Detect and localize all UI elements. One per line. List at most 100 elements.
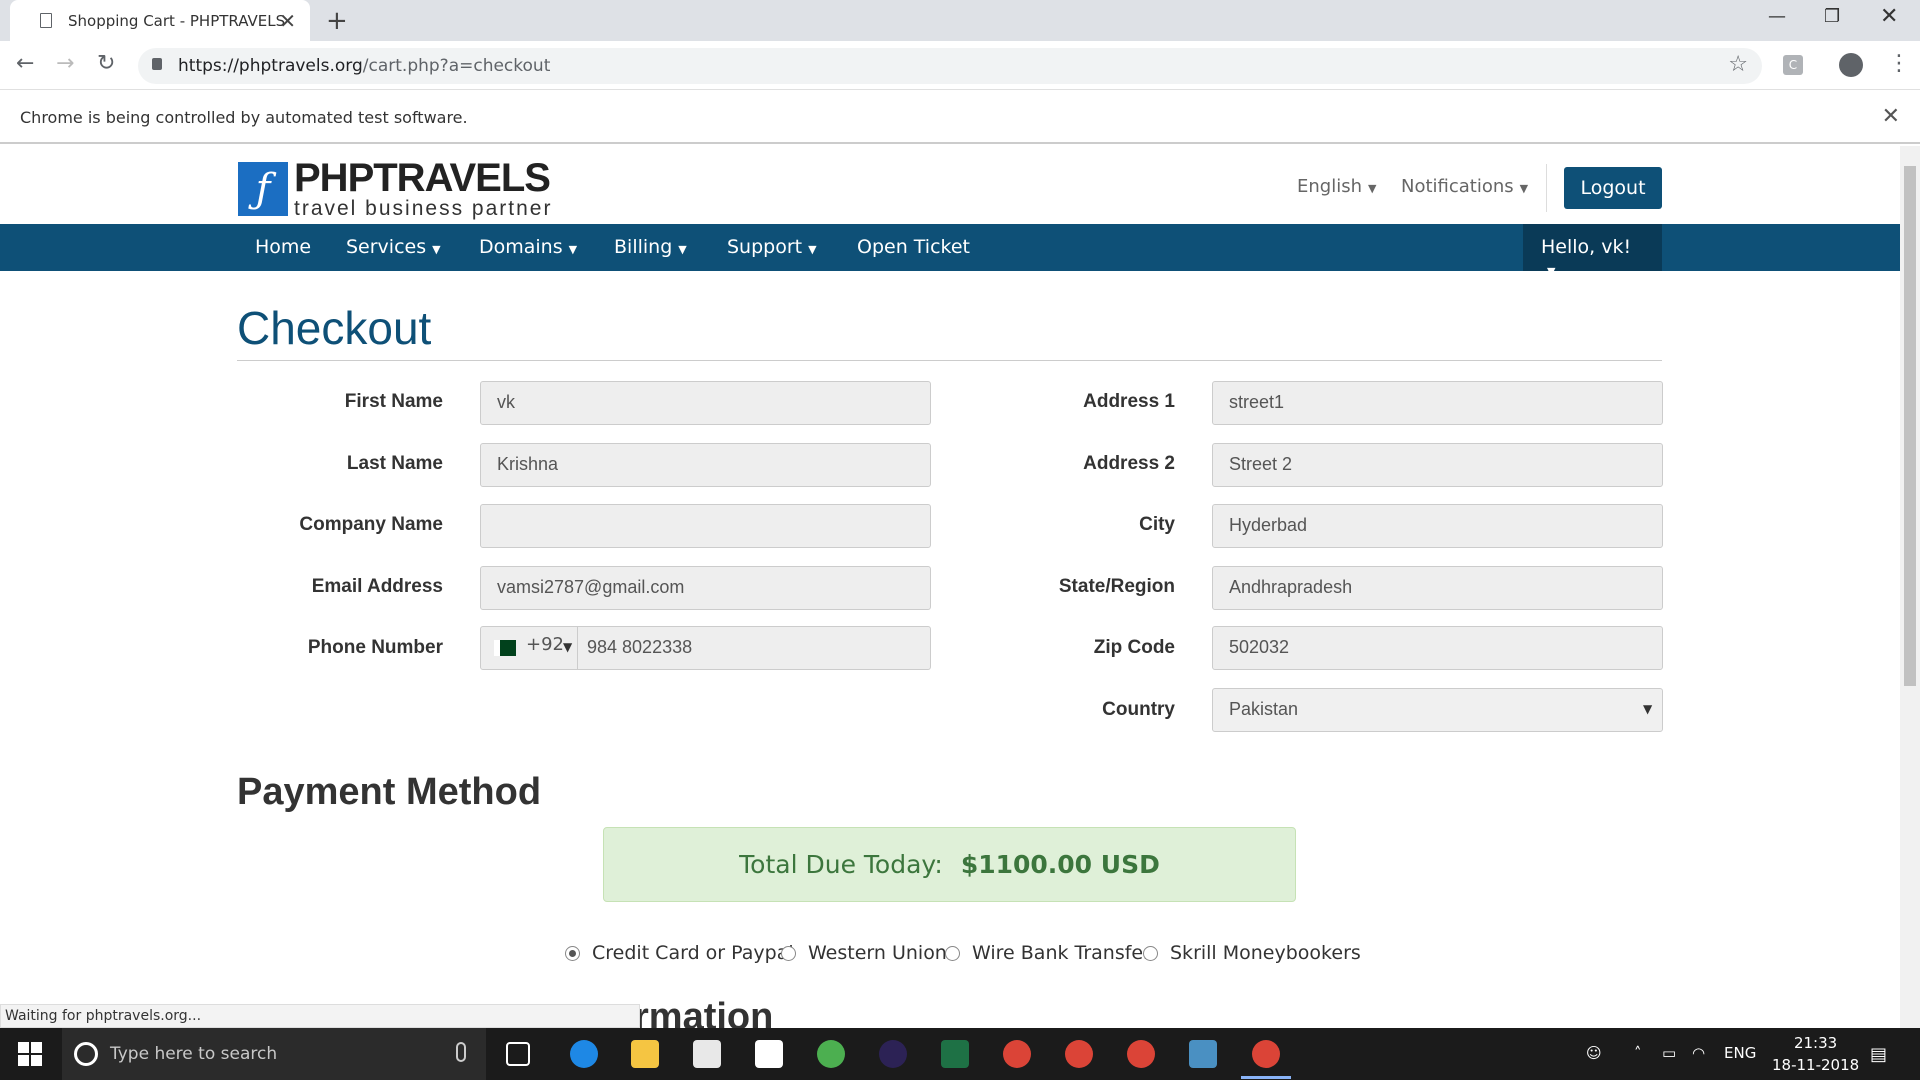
extension-icon[interactable]: C	[1783, 55, 1803, 75]
windows-start-icon[interactable]	[18, 1042, 42, 1066]
language-label: English	[1297, 176, 1362, 197]
page-scrollbar[interactable]	[1900, 146, 1920, 1028]
radio-icon	[781, 945, 796, 961]
country-select[interactable]: Pakistan	[1212, 688, 1663, 732]
automation-infobar: Chrome is being controlled by automated …	[0, 90, 1920, 144]
address2-input[interactable]: Street 2	[1212, 443, 1663, 487]
restore-icon[interactable]: ❐	[1824, 6, 1840, 27]
state-input[interactable]: Andhrapradesh	[1212, 566, 1663, 610]
chrome-icon[interactable]	[1065, 1040, 1093, 1068]
tab-close-icon[interactable]: ✕	[279, 9, 296, 33]
pakistan-flag-icon	[494, 640, 516, 656]
browser-toolbar: ← → ↻ https://phptravels.org/cart.php?a=…	[0, 41, 1920, 90]
chrome-icon[interactable]	[817, 1040, 845, 1068]
zip-input[interactable]: 502032	[1212, 626, 1663, 670]
address1-input[interactable]: street1	[1212, 381, 1663, 425]
page-title: Checkout	[237, 302, 432, 354]
minimize-icon[interactable]: —	[1768, 6, 1786, 27]
browser-tab[interactable]: Shopping Cart - PHPTRAVELS ✕	[10, 0, 310, 41]
file-explorer-icon[interactable]	[631, 1040, 659, 1068]
total-due-label: Total Due Today:	[739, 850, 943, 879]
infobar-close-icon[interactable]: ✕	[1882, 104, 1900, 129]
browser-tab-strip: Shopping Cart - PHPTRAVELS ✕ + — ❐ ✕	[0, 0, 1920, 41]
new-tab-button[interactable]: +	[326, 6, 348, 36]
people-icon[interactable]: ☺	[1586, 1044, 1602, 1062]
nav-open-ticket[interactable]: Open Ticket	[857, 236, 970, 258]
caret-down-icon: ▼	[432, 243, 441, 256]
nav-domains[interactable]: Domains ▼	[479, 236, 577, 258]
infobar-text: Chrome is being controlled by automated …	[20, 108, 468, 127]
tab-title: Shopping Cart - PHPTRAVELS	[68, 11, 286, 30]
caret-down-icon: ▼	[568, 243, 578, 256]
cortana-icon	[74, 1042, 98, 1066]
store-icon[interactable]	[693, 1040, 721, 1068]
payment-option-western-union[interactable]: Western Union	[781, 942, 947, 964]
page-viewport: ƒ PHPTRAVELS travel business partner Eng…	[0, 146, 1900, 1028]
nav-services[interactable]: Services ▼	[346, 236, 441, 258]
status-bubble: Waiting for phptravels.org...	[0, 1004, 640, 1028]
back-icon[interactable]: ←	[16, 51, 34, 76]
caret-down-icon: ▼	[678, 243, 687, 256]
task-view-icon[interactable]	[506, 1042, 530, 1066]
forward-icon[interactable]: →	[56, 51, 74, 76]
nav-support[interactable]: Support ▼	[727, 236, 817, 258]
caret-down-icon: ▼	[1643, 702, 1653, 716]
notifications-dropdown[interactable]: Notifications ▼	[1401, 176, 1528, 197]
logout-button[interactable]: Logout	[1564, 167, 1662, 209]
chrome-menu-icon[interactable]: ⋮	[1888, 51, 1910, 76]
caret-down-icon: ▼	[563, 640, 573, 654]
nav-billing-label: Billing	[614, 236, 673, 258]
scrollbar-thumb[interactable]	[1904, 166, 1916, 686]
company-name-input[interactable]	[480, 504, 931, 548]
eclipse-icon[interactable]	[879, 1040, 907, 1068]
bookmark-star-icon[interactable]: ☆	[1728, 52, 1748, 77]
payment-option-credit-card[interactable]: Credit Card or Paypal	[565, 942, 794, 964]
address-bar[interactable]: https://phptravels.org/cart.php?a=checko…	[138, 48, 1762, 84]
taskbar-clock[interactable]: 21:33 18-11-2018	[1772, 1032, 1859, 1076]
chrome-active-icon[interactable]	[1252, 1040, 1280, 1068]
payment-option-wire-transfer[interactable]: Wire Bank Transfer	[945, 942, 1151, 964]
excel-icon[interactable]	[941, 1040, 969, 1068]
chrome-icon[interactable]	[1003, 1040, 1031, 1068]
microphone-icon[interactable]	[456, 1042, 466, 1062]
app-icon[interactable]	[1189, 1040, 1217, 1068]
user-menu[interactable]: Hello, vk! ▼	[1523, 224, 1662, 278]
language-indicator[interactable]: ENG	[1724, 1044, 1756, 1062]
site-logo[interactable]: ƒ PHPTRAVELS travel business partner	[238, 158, 552, 219]
city-input[interactable]: Hyderbad	[1212, 504, 1663, 548]
address2-label: Address 2	[1083, 453, 1175, 474]
radio-selected-icon	[565, 945, 580, 961]
email-input[interactable]: vamsi2787@gmail.com	[480, 566, 931, 610]
nav-services-label: Services	[346, 236, 427, 258]
address1-label: Address 1	[1083, 391, 1175, 412]
wifi-icon[interactable]: ◠	[1692, 1044, 1705, 1062]
payment-option-label: Credit Card or Paypal	[592, 942, 794, 964]
language-dropdown[interactable]: English ▼	[1297, 176, 1376, 197]
reload-icon[interactable]: ↻	[97, 51, 115, 76]
payment-option-skrill[interactable]: Skrill Moneybookers	[1143, 942, 1361, 964]
logo-mark-icon: ƒ	[238, 161, 288, 216]
country-label: Country	[1102, 699, 1175, 720]
edge-icon[interactable]	[570, 1040, 598, 1068]
payment-option-label: Wire Bank Transfer	[972, 942, 1151, 964]
logo-title: PHPTRAVELS	[294, 156, 551, 200]
email-label: Email Address	[311, 576, 443, 597]
tray-expand-icon[interactable]: ˄	[1634, 1044, 1642, 1062]
battery-icon[interactable]: ▭	[1662, 1044, 1676, 1062]
action-center-icon[interactable]: ▤	[1870, 1044, 1887, 1065]
nav-billing[interactable]: Billing ▼	[614, 236, 687, 258]
user-greeting: Hello, vk!	[1541, 236, 1632, 258]
url-path: /cart.php?a=checkout	[362, 56, 551, 76]
nav-domains-label: Domains	[479, 236, 563, 258]
mail-icon[interactable]	[755, 1040, 783, 1068]
phone-country-code: +92	[526, 634, 564, 655]
last-name-input[interactable]: Krishna	[480, 443, 931, 487]
chrome-icon[interactable]	[1127, 1040, 1155, 1068]
caret-down-icon: ▼	[1368, 182, 1377, 195]
taskbar-search-box[interactable]: Type here to search	[62, 1028, 486, 1080]
first-name-input[interactable]: vk	[480, 381, 931, 425]
profile-avatar-icon[interactable]	[1839, 53, 1863, 77]
nav-home[interactable]: Home	[255, 236, 311, 258]
window-close-icon[interactable]: ✕	[1880, 4, 1898, 29]
divider	[237, 360, 1662, 361]
